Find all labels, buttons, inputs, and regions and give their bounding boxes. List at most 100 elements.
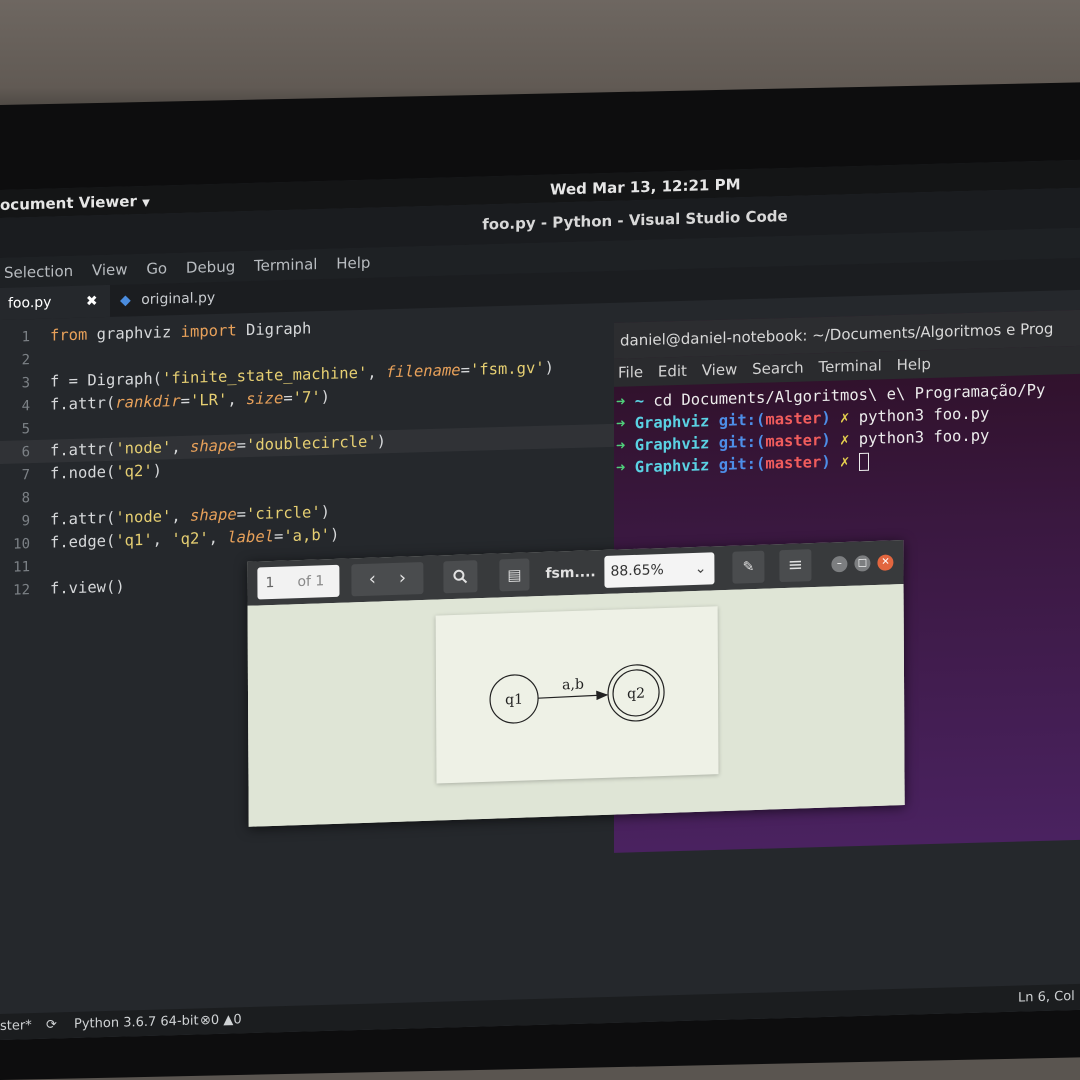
close-icon[interactable]: ✖ [86, 293, 98, 309]
term-menu-terminal[interactable]: Terminal [818, 356, 881, 376]
line-number: 2 [21, 352, 30, 369]
python-interpreter[interactable]: Python 3.6.7 64-bit [74, 1008, 199, 1037]
code-token: 'finite_state_machine' [161, 363, 368, 388]
prompt-directory: Graphviz [634, 412, 710, 433]
maximize-icon[interactable]: □ [854, 555, 871, 572]
line-number: 10 [13, 536, 30, 553]
pdf-page: q1 q2 a,b [435, 606, 719, 784]
code-token: = [460, 360, 470, 380]
line-number: 5 [21, 421, 30, 438]
code-token: = [283, 388, 293, 408]
page-nav-buttons: ‹ › [351, 561, 424, 597]
code-token: rankdir [115, 391, 181, 412]
code-token: f.attr( [50, 393, 116, 414]
dirty-icon: ✗ [840, 408, 850, 427]
code-token: ) [320, 387, 331, 407]
sidebar-toggle-button[interactable]: ▤ [499, 558, 530, 592]
code-token: shape [190, 505, 237, 525]
code-token: , [367, 363, 386, 382]
line-number: 6 [21, 444, 30, 461]
prompt-directory: ~ [634, 392, 645, 411]
line-number: 9 [21, 513, 30, 530]
code-token: 'q1' [115, 530, 153, 550]
code-token: import [180, 321, 237, 341]
app-menu[interactable]: ocument Viewer ▼ [0, 192, 150, 214]
prompt-git-close: ) [821, 430, 831, 450]
prompt-git-close: ) [821, 408, 831, 428]
menu-view[interactable]: View [92, 260, 128, 279]
code-token: f.attr( [50, 439, 116, 460]
document-canvas[interactable]: q1 q2 a,b [247, 584, 905, 827]
menu-help[interactable]: Help [336, 254, 370, 273]
clock[interactable]: Wed Mar 13, 12:21 PM [550, 175, 741, 198]
menu-go[interactable]: Go [146, 259, 167, 278]
prompt-branch: master [765, 431, 822, 451]
search-button[interactable] [443, 560, 478, 594]
edge-q1-q2 [538, 690, 609, 701]
code-token: 'node' [115, 438, 172, 458]
code-token: ) [376, 432, 387, 451]
prompt-arrow-icon: ➜ [616, 458, 626, 477]
document-filename: fsm.... [545, 564, 596, 582]
annotate-icon: ✎ [742, 558, 755, 576]
app-menu-label: ocument Viewer [0, 192, 137, 214]
term-menu-file[interactable]: File [618, 363, 643, 382]
term-menu-view[interactable]: View [702, 360, 738, 379]
prompt-arrow-icon: ➜ [616, 392, 626, 411]
code-token: = [180, 391, 190, 410]
term-menu-help[interactable]: Help [897, 355, 931, 374]
hamburger-icon: ≡ [787, 554, 804, 576]
annotate-button[interactable]: ✎ [732, 550, 765, 584]
tab-label: foo.py [8, 294, 52, 312]
zoom-select[interactable]: 88.65% ⌄ [604, 552, 715, 588]
code-token: 'fsm.gv' [469, 358, 545, 379]
line-number: 4 [21, 398, 30, 415]
tab-original-py[interactable]: ◆ original.py [112, 282, 223, 317]
code-token: 'q2' [171, 529, 209, 549]
page-number-input[interactable]: 1 [265, 567, 274, 599]
code-token: ) [544, 358, 554, 377]
warning-icon: ▲ [223, 1012, 234, 1028]
page-selector[interactable]: 1 of 1 [257, 564, 340, 600]
prompt-git: git:( [718, 432, 766, 452]
menu-selection[interactable]: Selection [4, 262, 73, 282]
code-token: '7' [292, 388, 321, 407]
line-number: 8 [21, 490, 30, 507]
prompt-branch: master [765, 409, 822, 429]
line-number: 3 [21, 375, 30, 392]
code-token: f.edge( [50, 531, 116, 552]
line-number: 1 [21, 329, 30, 346]
prompt-git-close: ) [821, 452, 831, 472]
code-token: , [152, 530, 172, 549]
sync-icon[interactable]: ⟳ [46, 1012, 57, 1038]
prompt-branch: master [765, 453, 822, 473]
terminal-command: python3 foo.py [858, 426, 990, 449]
menu-debug[interactable]: Debug [186, 257, 235, 276]
code-token: , [171, 437, 190, 457]
line-number: 12 [13, 582, 30, 599]
code-token: , [227, 390, 246, 409]
term-menu-edit[interactable]: Edit [658, 362, 687, 381]
chevron-right-icon[interactable]: › [399, 568, 406, 589]
minimize-icon[interactable]: – [831, 555, 848, 573]
problems-indicator[interactable]: ⊗0 ▲0 [200, 1007, 242, 1034]
dirty-icon: ✗ [840, 452, 850, 471]
fsm-graph: q1 q2 a,b [489, 664, 665, 724]
term-menu-search[interactable]: Search [752, 359, 804, 378]
tab-foo-py[interactable]: foo.py ✖ [0, 284, 110, 320]
code-token: 'circle' [246, 503, 321, 524]
chevron-left-icon[interactable]: ‹ [369, 569, 376, 590]
code-token: Digraph [236, 319, 312, 340]
menu-terminal[interactable]: Terminal [254, 255, 317, 275]
hamburger-menu-button[interactable]: ≡ [779, 549, 812, 583]
page-total: of 1 [297, 573, 325, 591]
error-icon: ⊗ [200, 1013, 211, 1029]
code-token: graphviz [87, 322, 181, 344]
git-branch[interactable]: ster* [0, 1013, 32, 1040]
screen: ocument Viewer ▼ Wed Mar 13, 12:21 PM fo… [0, 159, 1080, 1040]
chevron-down-icon: ⌄ [694, 560, 707, 577]
close-window-icon[interactable]: ✕ [877, 554, 894, 571]
code-token: ) [330, 525, 340, 544]
terminal-output[interactable]: ➜ ~ cd Documents/Algoritmos\ e\ Programa… [614, 374, 1080, 479]
document-viewer-window: 1 of 1 ‹ › ▤ fsm.... 88.65% ⌄ ✎ ≡ – □ ✕ … [247, 540, 905, 827]
